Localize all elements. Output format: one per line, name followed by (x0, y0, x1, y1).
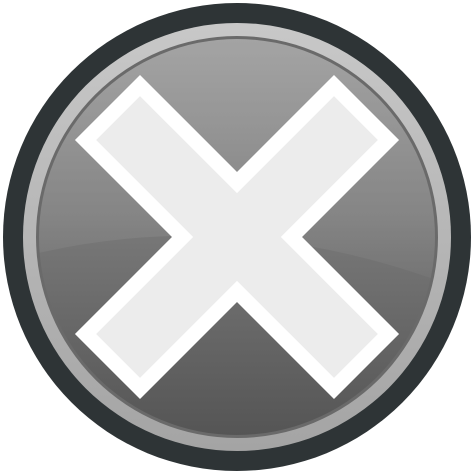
close-button[interactable] (0, 0, 474, 474)
close-icon[interactable] (0, 0, 474, 474)
